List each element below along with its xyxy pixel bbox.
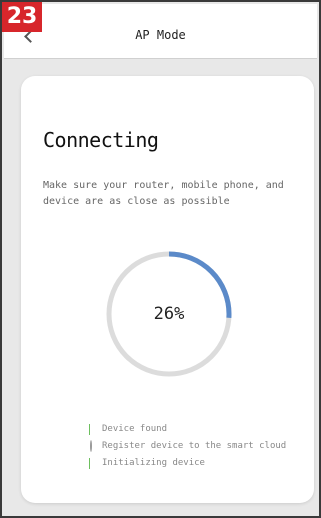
check-icon	[89, 457, 90, 469]
card-description: Make sure your router, mobile phone, and…	[43, 180, 284, 207]
status-label: Initializing device	[102, 457, 205, 468]
status-label: Device found	[102, 423, 168, 434]
pending-dot-icon	[90, 439, 92, 452]
status-list: Device found Register device to the smar…	[88, 420, 286, 471]
card-title: Connecting	[43, 128, 159, 152]
progress-percent: 26%	[153, 304, 185, 324]
step-number-badge: 23	[2, 2, 42, 32]
connecting-card: Connecting Make sure your router, mobile…	[21, 76, 314, 503]
status-item-initializing: Initializing device	[88, 454, 286, 471]
check-icon	[89, 423, 90, 435]
screenshot-frame: AP Mode Connecting Make sure your router…	[0, 0, 321, 518]
nav-bar: AP Mode	[4, 4, 317, 59]
status-label: Register device to the smart cloud	[102, 440, 287, 451]
status-item-register-device: Register device to the smart cloud	[88, 437, 286, 454]
status-item-device-found: Device found	[88, 420, 286, 437]
nav-title: AP Mode	[135, 28, 186, 42]
